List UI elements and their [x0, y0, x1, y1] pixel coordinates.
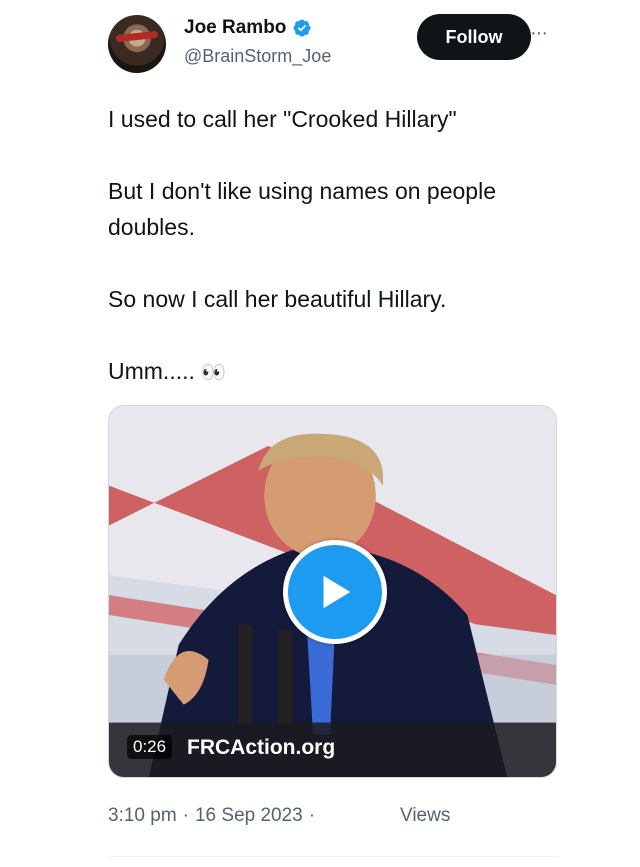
video-overlay-text: FRCAction.org: [187, 736, 336, 759]
tweet-line: But I don't like using names on people d…: [108, 178, 496, 240]
tweet-time: 3:10 pm: [108, 805, 177, 826]
play-button[interactable]: [283, 540, 387, 644]
meta-separator: ·: [308, 805, 316, 826]
tweet-date: 16 Sep 2023: [194, 805, 303, 826]
tweet-text: I used to call her "Crooked Hillary" But…: [108, 101, 578, 391]
avatar[interactable]: [108, 15, 166, 73]
tweet-line: So now I call her beautiful Hillary.: [108, 286, 447, 312]
author-display-name[interactable]: Joe Rambo: [184, 17, 286, 39]
avatar-headband: [115, 30, 159, 43]
follow-button[interactable]: Follow: [417, 14, 531, 60]
author-name-row: Joe Rambo: [184, 17, 312, 39]
meta-separator: ·: [182, 805, 189, 826]
author-handle[interactable]: @BrainStorm_Joe: [184, 46, 331, 67]
video-duration-badge: 0:26: [127, 735, 173, 759]
video-player[interactable]: 0:26 FRCAction.org: [108, 405, 557, 778]
play-icon: [323, 575, 351, 609]
tweet-timestamp[interactable]: 3:10 pm · 16 Sep 2023 ·: [108, 805, 315, 827]
more-options-icon[interactable]: ···: [530, 22, 548, 45]
tweet-line: Umm..... 👀: [108, 353, 578, 391]
tweet-line-text: Umm.....: [108, 358, 195, 384]
views-label[interactable]: Views: [400, 805, 450, 827]
divider: [108, 856, 558, 857]
tweet-line: I used to call her "Crooked Hillary": [108, 106, 457, 132]
verified-badge-icon: [293, 19, 311, 37]
eyes-emoji-icon: 👀: [201, 362, 227, 384]
